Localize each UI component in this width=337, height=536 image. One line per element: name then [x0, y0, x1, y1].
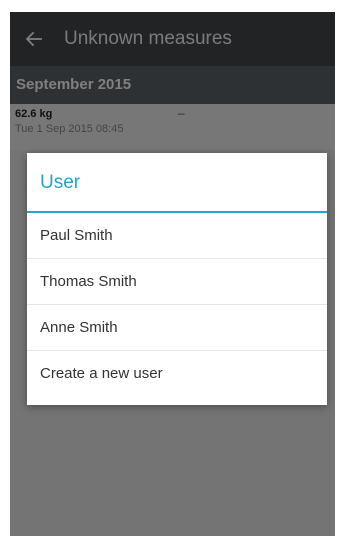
user-option-paul-smith[interactable]: Paul Smith	[27, 213, 327, 259]
user-option-thomas-smith[interactable]: Thomas Smith	[27, 259, 327, 305]
dialog-title: User	[27, 153, 327, 213]
app-screen: Unknown measures September 2015 62.6 kg …	[10, 12, 335, 536]
user-dialog: User Paul Smith Thomas Smith Anne Smith …	[27, 153, 327, 405]
user-option-anne-smith[interactable]: Anne Smith	[27, 305, 327, 351]
create-new-user-option[interactable]: Create a new user	[27, 351, 327, 397]
